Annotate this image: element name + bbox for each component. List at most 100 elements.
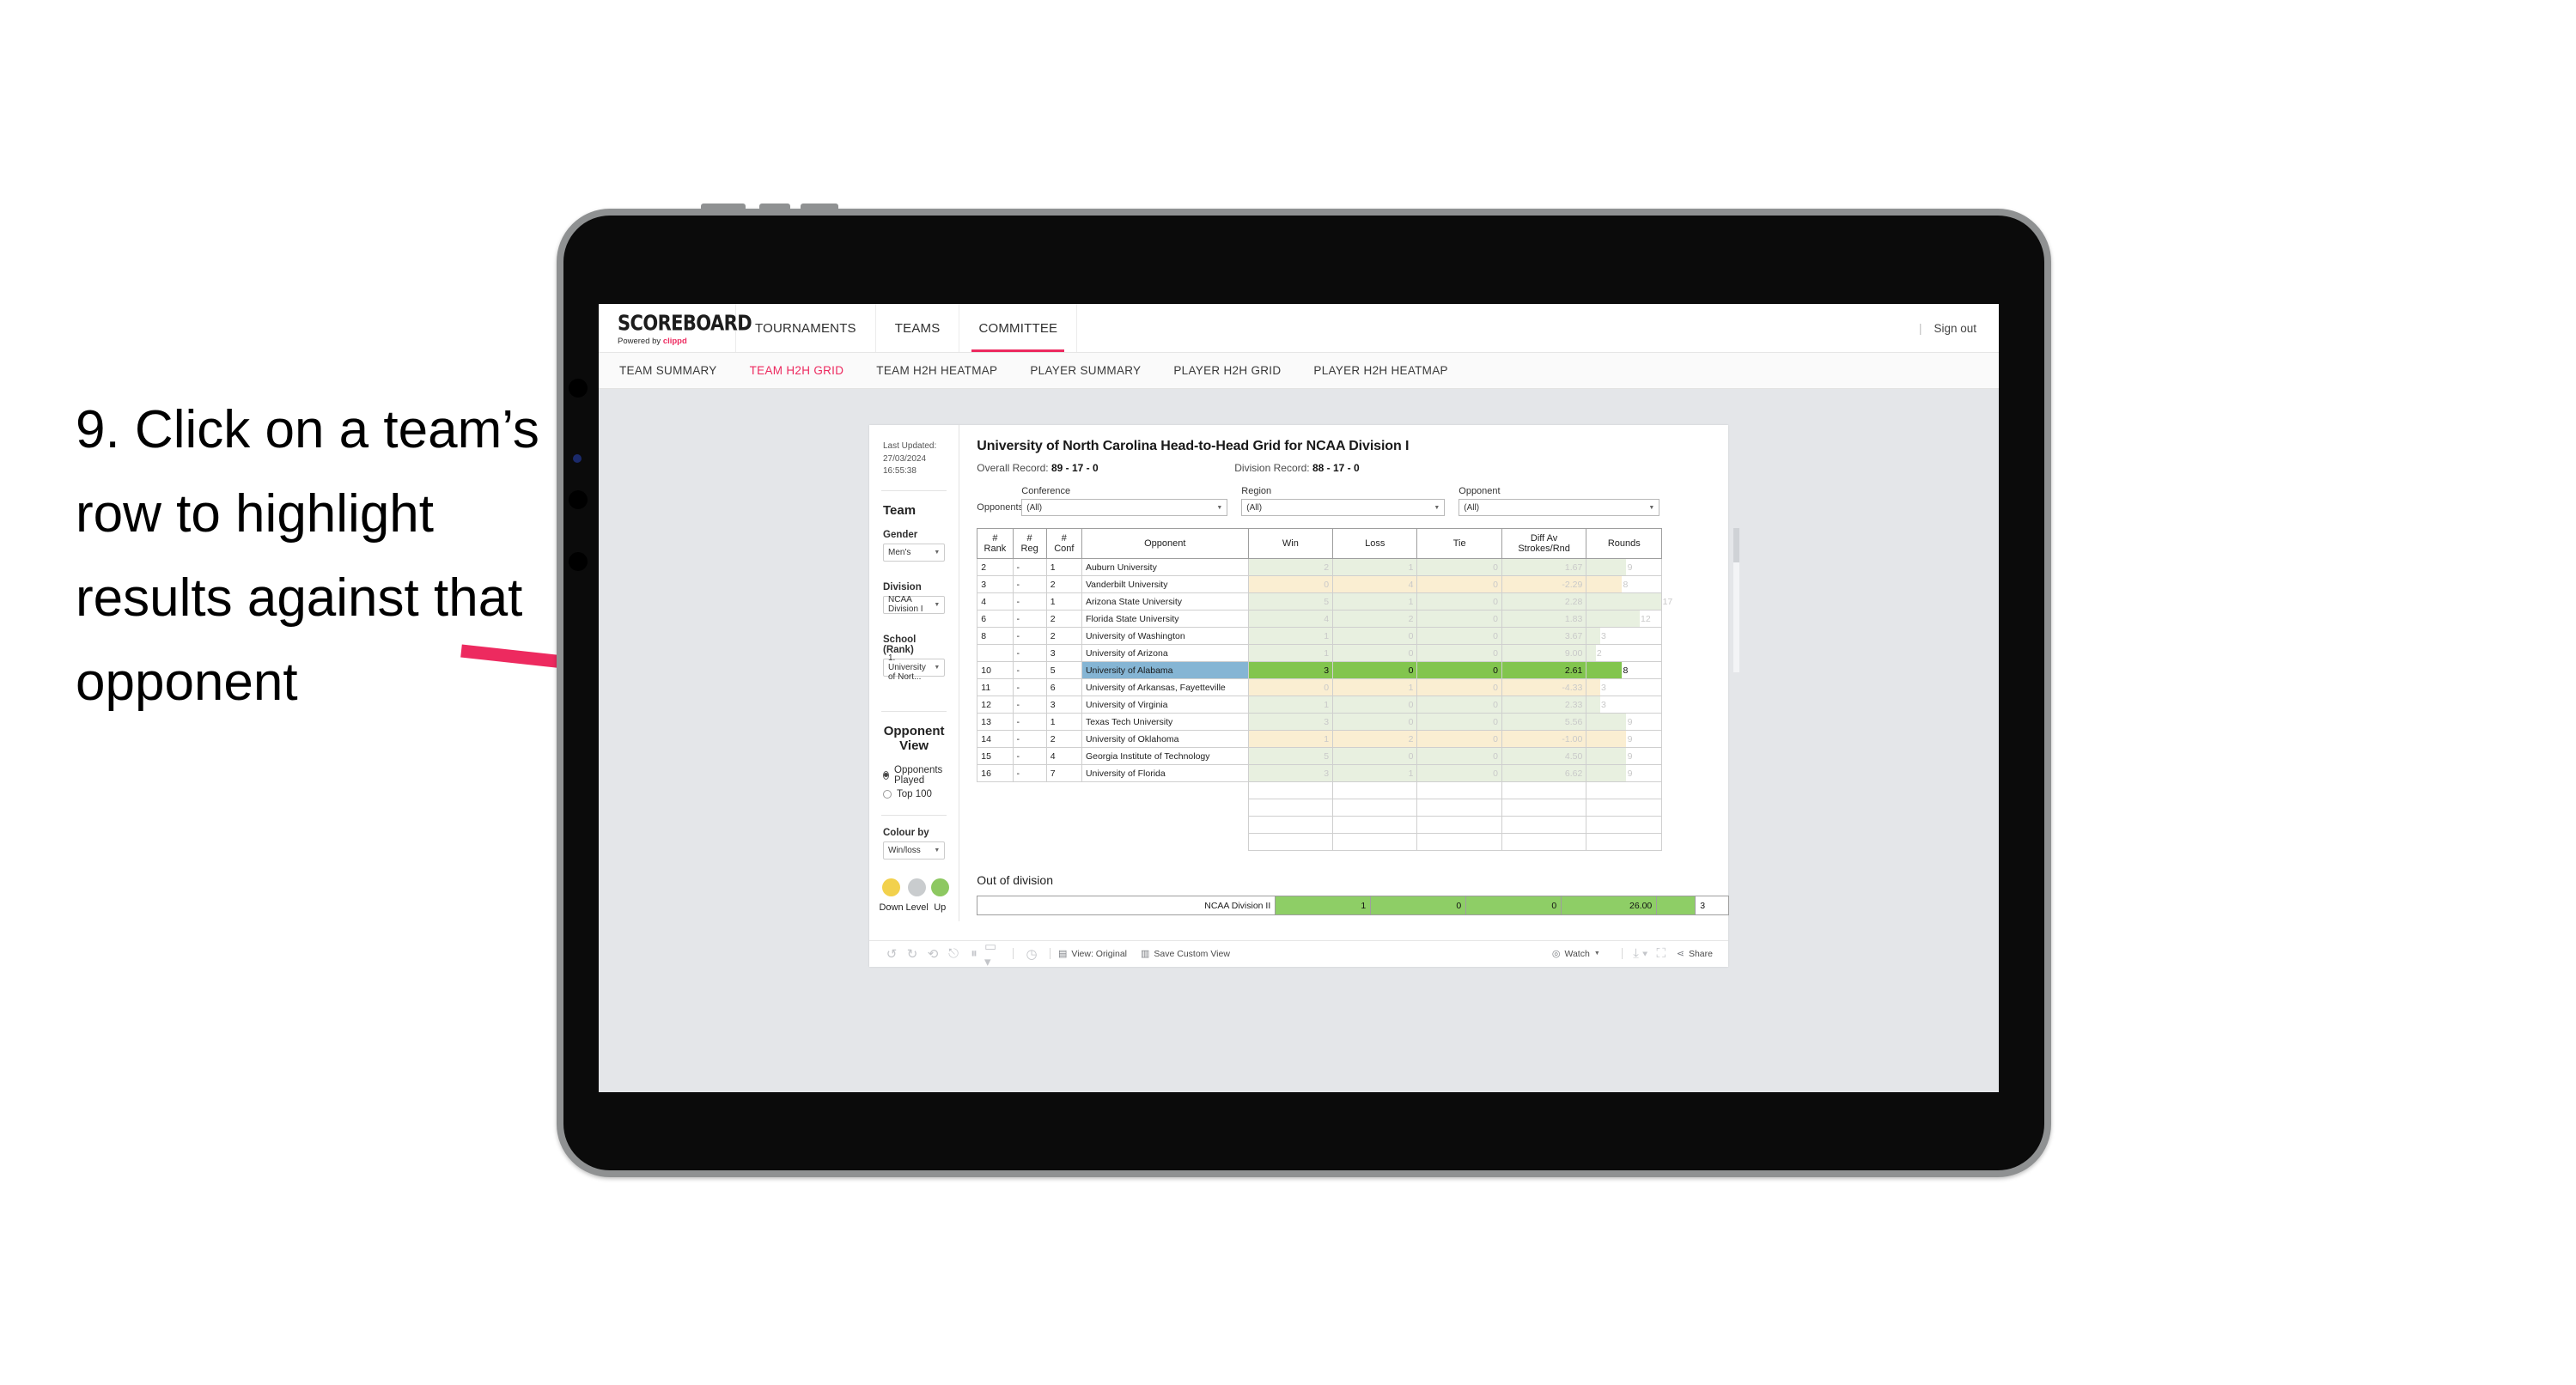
radio-opponents-played[interactable]: Opponents Played [883, 765, 945, 786]
cell-diff: 2.28 [1501, 592, 1587, 610]
table-row[interactable]: 16-7 University of Florida 3 1 0 6.62 9 [977, 764, 1663, 782]
page-title: University of North Carolina Head-to-Hea… [977, 439, 1410, 453]
table-row[interactable]: 12-3 University of Virginia 1 0 0 2.33 3 [977, 696, 1663, 714]
cell-rank: 16 [977, 764, 1014, 782]
undo-icon[interactable]: ↺ [881, 945, 902, 963]
filter-opponent: Opponent (All) ▼ [1459, 486, 1660, 516]
table-row[interactable]: 13-1 Texas Tech University 3 0 0 5.56 9 [977, 713, 1663, 731]
opponent-view-heading: Opponent View [883, 723, 945, 753]
cell-rank: 3 [977, 575, 1014, 593]
legend-level: Level [906, 878, 929, 913]
fullscreen-icon[interactable]: ⛶ [1651, 945, 1672, 963]
tab-player-h2h-grid[interactable]: PLAYER H2H GRID [1173, 364, 1281, 377]
colour-by-select[interactable]: Win/loss ▼ [883, 841, 946, 860]
empty-cell [1501, 781, 1587, 799]
tab-team-h2h-heatmap[interactable]: TEAM H2H HEATMAP [876, 364, 997, 377]
h2h-table-wrapper: # Rank # Reg # Conf Opponent Win Loss Ti… [977, 528, 1740, 851]
table-row[interactable]: -3 University of Arizona 1 0 0 9.00 2 [977, 644, 1663, 662]
table-row[interactable]: 11-6 University of Arkansas, Fayetteville… [977, 678, 1663, 696]
out-of-division-row[interactable]: NCAA Division II 1 0 0 26.00 3 [977, 896, 1730, 915]
powered-prefix: Powered by [618, 336, 663, 346]
table-row[interactable]: 3-2 Vanderbilt University 0 4 0 -2.29 8 [977, 575, 1663, 593]
cell-opponent: University of Virginia [1081, 696, 1249, 714]
filter-conference-select[interactable]: (All) ▼ [1021, 499, 1228, 516]
cell-opponent: University of Arkansas, Fayetteville [1081, 678, 1249, 696]
nav-committee[interactable]: COMMITTEE [959, 304, 1078, 352]
radio-top-100[interactable]: Top 100 [883, 789, 945, 799]
cell-rounds: 9 [1586, 730, 1663, 748]
cell-diff: 3.67 [1501, 627, 1587, 645]
revert-icon[interactable]: ⟲ [923, 945, 943, 963]
view-original-button[interactable]: ▤ View: Original [1058, 948, 1127, 960]
table-row[interactable]: 15-4 Georgia Institute of Technology 5 0 0 4.… [977, 747, 1663, 765]
refresh-icon[interactable]: ⎋ [943, 945, 964, 963]
sidebar-divider-1 [881, 489, 947, 491]
col-conf: # Conf [1045, 528, 1082, 559]
cell-diff: 9.00 [1501, 644, 1587, 662]
cell-loss: 2 [1332, 610, 1418, 628]
watch-label: Watch [1564, 948, 1590, 959]
rounds-value: 9 [1627, 750, 1633, 762]
cell-loss: 1 [1332, 764, 1418, 782]
save-custom-view-button[interactable]: ▥ Save Custom View [1141, 948, 1230, 960]
table-row[interactable]: 2-1 Auburn University 2 1 0 1.67 9 [977, 558, 1663, 576]
alerts-icon[interactable]: ◷ [1021, 945, 1042, 963]
table-scrollbar-thumb[interactable] [1733, 528, 1740, 562]
tab-team-h2h-grid[interactable]: TEAM H2H GRID [750, 364, 844, 377]
chevron-down-icon: ▼ [1216, 504, 1223, 511]
download-icon[interactable]: ⤓ ▾ [1630, 945, 1651, 963]
filter-opponent-label: Opponent [1459, 486, 1501, 496]
redo-icon[interactable]: ↻ [902, 945, 923, 963]
cell-opponent: Georgia Institute of Technology [1081, 747, 1249, 765]
nav-teams[interactable]: TEAMS [876, 304, 960, 352]
gender-select[interactable]: Men's ▼ [883, 543, 946, 562]
school-select[interactable]: 1. University of Nort... ▼ [883, 653, 946, 682]
dashboard-body: Last Updated: 27/03/2024 16:55:38 Team G… [869, 425, 1740, 921]
cell-win: 3 [1247, 661, 1334, 679]
school-value: 1. University of Nort... [888, 653, 926, 682]
col-win: Win [1247, 528, 1334, 559]
brand-logo[interactable]: SCOREBOARD Powered by clippd [599, 304, 752, 352]
col-conf-line1: # [1061, 533, 1067, 544]
cell-diff: 4.50 [1501, 747, 1587, 765]
empty-cell [1501, 816, 1587, 834]
table-row[interactable]: 8-2 University of Washington 1 0 0 3.67 3 [977, 627, 1663, 645]
share-button[interactable]: ⋖ Share [1677, 948, 1713, 960]
cell-tie: 0 [1416, 661, 1502, 679]
sign-out-link[interactable]: Sign out [1934, 322, 1976, 335]
nav-tournaments[interactable]: TOURNAMENTS [736, 304, 876, 352]
cell-rounds: 8 [1586, 661, 1663, 679]
pause-icon[interactable]: ⏸ [964, 945, 984, 963]
empty-cell [1046, 782, 1081, 799]
cell-loss: 0 [1332, 661, 1418, 679]
empty-cell [1046, 799, 1081, 817]
table-row[interactable]: 6-2 Florida State University 4 2 0 1.83 12 [977, 610, 1663, 628]
cell-diff: 6.62 [1501, 764, 1587, 782]
cell-tie: 0 [1416, 678, 1502, 696]
last-updated-text: Last Updated: 27/03/2024 16:55:38 [883, 441, 937, 476]
cell-rank: 15 [977, 747, 1014, 765]
tab-player-summary[interactable]: PLAYER SUMMARY [1030, 364, 1141, 377]
shape-dropdown-icon[interactable]: ▭ ▾ [984, 939, 1005, 969]
cell-rounds: 8 [1586, 575, 1663, 593]
cell-rounds: 9 [1586, 747, 1663, 765]
cell-reg: - [1012, 644, 1047, 662]
table-row[interactable]: 10-5 University of Alabama 3 0 0 2.61 8 [977, 661, 1663, 679]
cell-conf: 2 [1045, 627, 1082, 645]
filter-region-select[interactable]: (All) ▼ [1241, 499, 1446, 516]
division-record: Division Record: 88 - 17 - 0 [1234, 462, 1359, 474]
empty-cell [1046, 834, 1081, 851]
division-select[interactable]: NCAA Division I ▼ [883, 595, 946, 614]
filter-opponent-select[interactable]: (All) ▼ [1459, 499, 1660, 516]
tab-team-summary[interactable]: TEAM SUMMARY [619, 364, 717, 377]
overall-record-label: Overall Record: [977, 462, 1051, 474]
empty-cell [977, 782, 1013, 799]
table-row[interactable]: 14-2 University of Oklahoma 1 2 0 -1.00 9 [977, 730, 1663, 748]
tab-player-h2h-heatmap[interactable]: PLAYER H2H HEATMAP [1313, 364, 1447, 377]
cell-diff: -1.00 [1501, 730, 1587, 748]
watch-button[interactable]: ◎ Watch ▼ [1552, 948, 1600, 960]
empty-cell [1013, 834, 1046, 851]
cell-loss: 2 [1332, 730, 1418, 748]
table-row[interactable]: 4-1 Arizona State University 5 1 0 2.28 17 [977, 592, 1672, 610]
cell-reg: - [1012, 696, 1047, 714]
